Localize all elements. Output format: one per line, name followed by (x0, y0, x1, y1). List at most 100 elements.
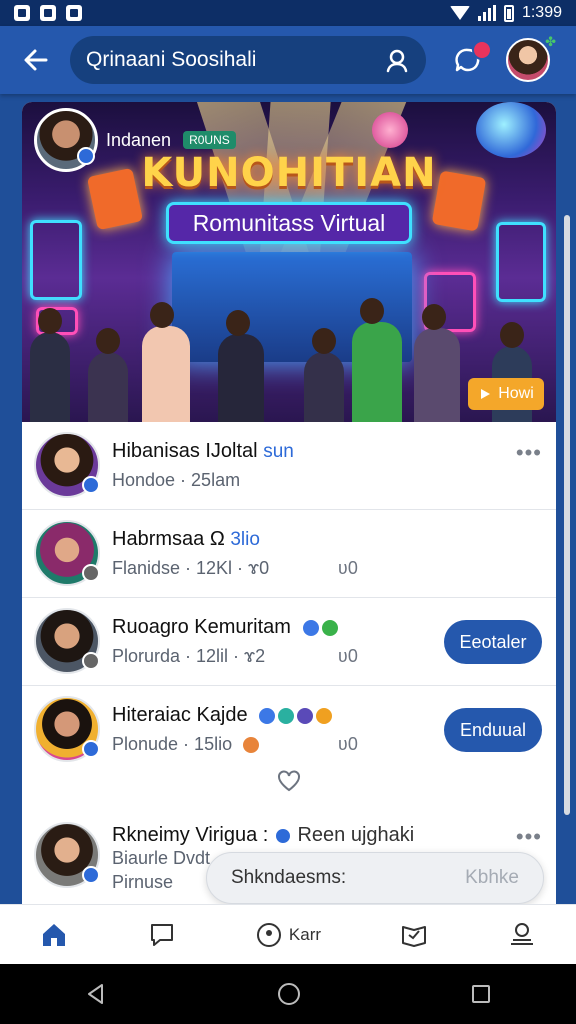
member-name: Hiteraiac Kajde (112, 704, 333, 727)
nav-messages[interactable] (147, 920, 177, 950)
verified-badge-icon (82, 740, 100, 758)
follow-button[interactable]: Enduual (444, 708, 542, 752)
badge-icon (297, 707, 314, 724)
member-avatar[interactable] (34, 608, 100, 674)
emoji-badges (302, 619, 338, 636)
neon-sign (496, 222, 546, 302)
message-input-hint: Kbhke (465, 867, 519, 888)
app-bar: Qrinaani Soosihali ✤ (0, 26, 576, 94)
member-avatar[interactable] (34, 432, 100, 498)
notification-badge (472, 40, 492, 60)
verified-badge-icon (273, 826, 292, 845)
home-icon (42, 923, 65, 946)
clover-icon (321, 619, 338, 636)
member-avatar[interactable] (34, 822, 100, 888)
user-search-icon (386, 49, 408, 73)
profile-avatar[interactable]: ✤ (506, 34, 556, 82)
message-input-text: Shkndaesms: (231, 867, 347, 888)
back-triangle-icon[interactable] (84, 982, 108, 1006)
battery-icon (503, 4, 514, 22)
status-bar: 1:399 (0, 0, 576, 26)
chat-icon (150, 923, 173, 946)
badge-icon (278, 707, 295, 724)
follow-button[interactable]: Eeotaler (444, 620, 542, 664)
more-options-button[interactable]: ••• (516, 440, 542, 466)
app-notification-icon (66, 5, 82, 21)
list-item[interactable]: Hibanisas IJoltal sun Hondoe · 25lam ••• (22, 422, 556, 510)
member-name: Habrmsaa Ω 3lio (112, 528, 260, 550)
status-badge-icon (82, 652, 100, 670)
clover-badge-icon: ✤ (545, 34, 556, 49)
play-icon (481, 389, 491, 399)
search-input-text: Qrinaani Soosihali (86, 48, 257, 71)
user-icon (510, 922, 533, 945)
app-notification-icon (14, 5, 30, 21)
crowd-person (30, 308, 70, 422)
crowd-person (218, 310, 264, 422)
verified-badge-icon (82, 476, 100, 494)
verified-badge-icon (82, 866, 100, 884)
signal-icon (477, 5, 496, 21)
verified-badge-icon (77, 147, 95, 165)
owner-avatar[interactable] (34, 108, 98, 172)
heart-icon[interactable] (274, 766, 304, 796)
member-meta: Plonude · 15lio (112, 734, 260, 755)
crowd-person (88, 328, 128, 422)
nav-account[interactable] (507, 920, 537, 950)
book-check-icon (402, 925, 427, 947)
reaction-count: ʋ0 (338, 646, 358, 666)
wifi-icon (449, 6, 470, 20)
member-name: Ruoagro Kemuritam (112, 616, 338, 639)
nav-profile-label: Karr (288, 924, 322, 944)
home-circle-icon[interactable] (276, 981, 302, 1007)
badge-icon (259, 707, 276, 724)
back-button[interactable] (14, 38, 58, 82)
diamond-icon (302, 619, 319, 636)
member-meta-secondary: Pirnuse (112, 872, 174, 892)
recents-square-icon[interactable] (470, 983, 492, 1005)
badge-icon (316, 707, 333, 724)
member-meta: Biaurle Dvdt (112, 848, 211, 868)
list-item[interactable]: Ruoagro Kemuritam Plorurda · 12lil · ɤ2 … (22, 598, 556, 686)
community-banner: KUNOHITIAN Romunitass Virtual Indanen R0… (22, 102, 556, 422)
bottom-nav: Karr (0, 904, 576, 964)
owner-tag: R0UNS (183, 131, 236, 149)
system-nav-bar (0, 964, 576, 1024)
join-now-button[interactable]: Howi (468, 378, 544, 410)
nav-home[interactable] (39, 920, 69, 950)
crowd-person (414, 304, 460, 422)
badge-icon (243, 737, 260, 754)
arrow-left-icon (24, 49, 48, 71)
crowd-person (352, 298, 402, 422)
search-field[interactable]: Qrinaani Soosihali (70, 36, 426, 84)
list-item[interactable]: Habrmsaa Ω 3lio Flanidse · 12Kl · ɤ0 ʋ0 (22, 510, 556, 598)
crowd-person (304, 328, 344, 422)
community-card: KUNOHITIAN Romunitass Virtual Indanen R0… (22, 102, 556, 904)
reaction-count: ʋ0 (338, 734, 358, 754)
owner-name: Indanen (106, 129, 172, 150)
member-meta: Hondoe · 25lam (112, 470, 241, 490)
more-options-button[interactable]: ••• (516, 824, 542, 850)
image-notification-icon (40, 5, 56, 21)
banner-subtitle: Romunitass Virtual (166, 202, 412, 244)
clock: 1:399 (521, 4, 562, 21)
member-avatar[interactable] (34, 696, 100, 762)
emoji-badges (259, 707, 333, 724)
join-now-label: Howi (498, 385, 534, 402)
profile-shield-icon (256, 922, 281, 947)
notification-icons (14, 5, 82, 21)
member-meta: Plorurda · 12lil · ɤ2 (112, 646, 266, 666)
scrollbar[interactable] (564, 215, 570, 815)
message-input[interactable]: Shkndaesms: Kbhke (206, 852, 544, 904)
member-avatar[interactable] (34, 520, 100, 586)
member-meta: Flanidse · 12Kl · ɤ0 (112, 558, 270, 578)
balloon-orb (372, 112, 408, 148)
member-name: Hibanisas IJoltal sun (112, 440, 294, 462)
crowd-person (142, 302, 190, 422)
banner-owner[interactable]: Indanen R0UNS (34, 108, 236, 172)
nav-library[interactable] (399, 920, 429, 950)
nav-profile[interactable]: Karr (255, 921, 321, 949)
notifications-button[interactable] (446, 38, 492, 82)
member-name: Rkneimy Virigua : Reen ujghaki (112, 824, 415, 846)
reaction-count: ʋ0 (338, 558, 358, 578)
